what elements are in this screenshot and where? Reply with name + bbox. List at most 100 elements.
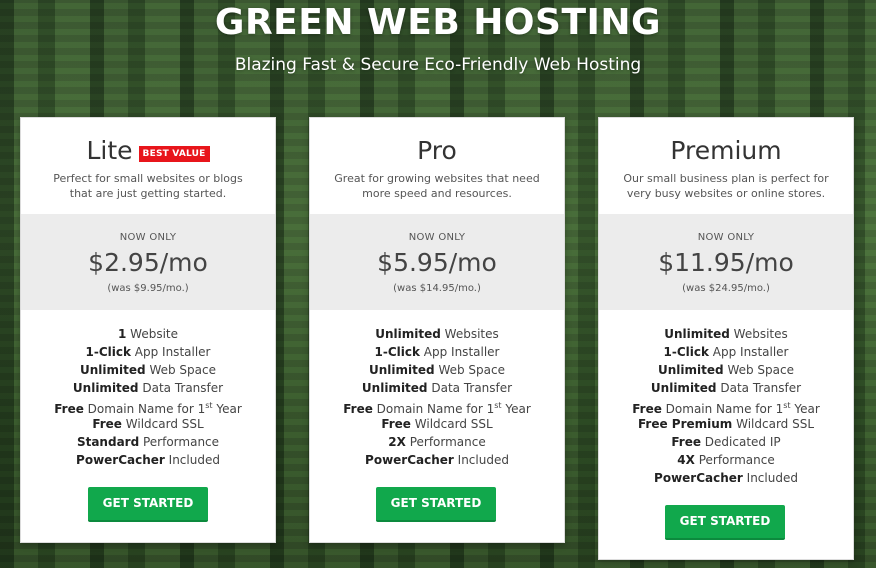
feature-highlight: Unlimited — [664, 327, 730, 341]
feature-highlight: Free Premium — [637, 417, 733, 431]
plan-name: Pro — [417, 136, 457, 165]
feature-highlight: Free — [381, 417, 411, 431]
hero-subtitle: Blazing Fast & Secure Eco-Friendly Web H… — [234, 55, 642, 75]
feature-item: Unlimited Websites — [599, 325, 853, 343]
feature-tail: Year — [212, 402, 242, 416]
feature-highlight: 1-Click — [85, 345, 131, 359]
plan-description: Perfect for small websites or blogs that… — [53, 172, 243, 200]
previous-price: (was $9.95/mo.) — [107, 283, 189, 294]
feature-text: Web Space — [434, 363, 505, 377]
feature-item: 1 Website — [21, 325, 275, 343]
feature-highlight: PowerCacher — [654, 471, 743, 485]
feature-highlight: 1-Click — [663, 345, 709, 359]
feature-text: Domain Name for 1 — [661, 402, 784, 416]
plan-header: Pro Great for growing websites that need… — [310, 118, 564, 214]
feature-highlight: Unlimited — [361, 381, 428, 395]
feature-highlight: 2X — [388, 435, 406, 449]
feature-text: App Installer — [419, 345, 500, 359]
plan-card-premium: Premium Our small business plan is perfe… — [598, 117, 854, 560]
plan-name: Premium — [670, 136, 782, 165]
feature-text: Wildcard SSL — [410, 417, 493, 431]
plan-card-lite: Lite BEST VALUE Perfect for small website… — [20, 117, 276, 543]
get-started-button[interactable]: GET STARTED — [376, 487, 496, 522]
get-started-button[interactable]: GET STARTED — [665, 505, 785, 540]
feature-tail: Year — [501, 402, 531, 416]
feature-highlight: Unlimited — [375, 327, 441, 341]
feature-item: Unlimited Data Transfer — [310, 379, 564, 397]
previous-price: (was $14.95/mo.) — [393, 283, 481, 294]
feature-text: Wildcard SSL — [121, 417, 204, 431]
hero-title: GREEN WEB HOSTING — [214, 2, 662, 43]
feature-text: Domain Name for 1 — [83, 402, 206, 416]
feature-text: Included — [164, 453, 220, 467]
feature-text: Data Transfer — [138, 381, 224, 395]
feature-item: Free Domain Name for 1st Year — [21, 397, 275, 416]
feature-text: Dedicated IP — [700, 435, 781, 449]
best-value-badge: BEST VALUE — [138, 146, 210, 162]
feature-text: App Installer — [708, 345, 789, 359]
feature-text: Wildcard SSL — [732, 417, 815, 431]
feature-item: Unlimited Data Transfer — [599, 379, 853, 397]
feature-text: Website — [126, 327, 178, 341]
feature-highlight: Unlimited — [369, 363, 435, 377]
feature-item: 1-Click App Installer — [310, 343, 564, 361]
feature-highlight: Unlimited — [72, 381, 139, 395]
feature-item: Free Premium Wildcard SSL — [599, 415, 853, 433]
plan-description: Great for growing websites that need mor… — [334, 172, 540, 200]
feature-highlight: Free — [632, 402, 662, 416]
feature-item: Free Domain Name for 1st Year — [599, 397, 853, 416]
feature-item: Unlimited Web Space — [310, 361, 564, 379]
feature-item: Unlimited Web Space — [21, 361, 275, 379]
feature-highlight: Free — [92, 417, 122, 431]
feature-text: App Installer — [130, 345, 211, 359]
feature-highlight: 4X — [677, 453, 695, 467]
now-only-label: NOW ONLY — [697, 232, 755, 243]
feature-item: Unlimited Web Space — [599, 361, 853, 379]
feature-list: Unlimited Websites 1-Click App Installer… — [310, 310, 564, 469]
feature-highlight: PowerCacher — [76, 453, 165, 467]
feature-text: Domain Name for 1 — [372, 402, 495, 416]
feature-item: PowerCacher Included — [310, 451, 564, 469]
feature-text: Web Space — [145, 363, 216, 377]
now-only-label: NOW ONLY — [408, 232, 466, 243]
feature-highlight: Standard — [76, 435, 140, 449]
feature-item: 1-Click App Installer — [21, 343, 275, 361]
feature-superscript: st — [205, 401, 213, 410]
plan-header: Premium Our small business plan is perfe… — [599, 118, 853, 214]
feature-item: Standard Performance — [21, 433, 275, 451]
get-started-button[interactable]: GET STARTED — [88, 487, 208, 522]
feature-highlight: 1-Click — [374, 345, 420, 359]
feature-highlight: Unlimited — [80, 363, 146, 377]
now-only-label: NOW ONLY — [119, 232, 177, 243]
feature-highlight: PowerCacher — [365, 453, 454, 467]
feature-item: PowerCacher Included — [599, 469, 853, 487]
feature-text: Websites — [440, 327, 499, 341]
price-band: NOW ONLY $11.95/mo (was $24.95/mo.) — [599, 214, 853, 310]
price-band: NOW ONLY $2.95/mo (was $9.95/mo.) — [21, 214, 275, 310]
feature-item: Free Domain Name for 1st Year — [310, 397, 564, 416]
price-band: NOW ONLY $5.95/mo (was $14.95/mo.) — [310, 214, 564, 310]
feature-text: Included — [742, 471, 798, 485]
feature-item: PowerCacher Included — [21, 451, 275, 469]
feature-text: Performance — [139, 435, 220, 449]
feature-list: 1 Website 1-Click App Installer Unlimite… — [21, 310, 275, 469]
plan-price: $2.95/mo — [88, 248, 208, 277]
plan-header: Lite BEST VALUE Perfect for small website… — [21, 118, 275, 214]
feature-item: 1-Click App Installer — [599, 343, 853, 361]
feature-tail: Year — [790, 402, 820, 416]
feature-text: Websites — [729, 327, 788, 341]
feature-item: Unlimited Data Transfer — [21, 379, 275, 397]
feature-item: Free Wildcard SSL — [21, 415, 275, 433]
feature-item: Free Wildcard SSL — [310, 415, 564, 433]
feature-item: 4X Performance — [599, 451, 853, 469]
feature-text: Data Transfer — [427, 381, 513, 395]
feature-highlight: Free — [671, 435, 701, 449]
plan-description: Our small business plan is perfect for v… — [623, 172, 829, 200]
feature-item: Unlimited Websites — [310, 325, 564, 343]
feature-highlight: Free — [343, 402, 373, 416]
feature-text: Included — [453, 453, 509, 467]
previous-price: (was $24.95/mo.) — [682, 283, 770, 294]
plan-price: $11.95/mo — [658, 248, 794, 277]
feature-list: Unlimited Websites 1-Click App Installer… — [599, 310, 853, 487]
feature-superscript: st — [783, 401, 791, 410]
